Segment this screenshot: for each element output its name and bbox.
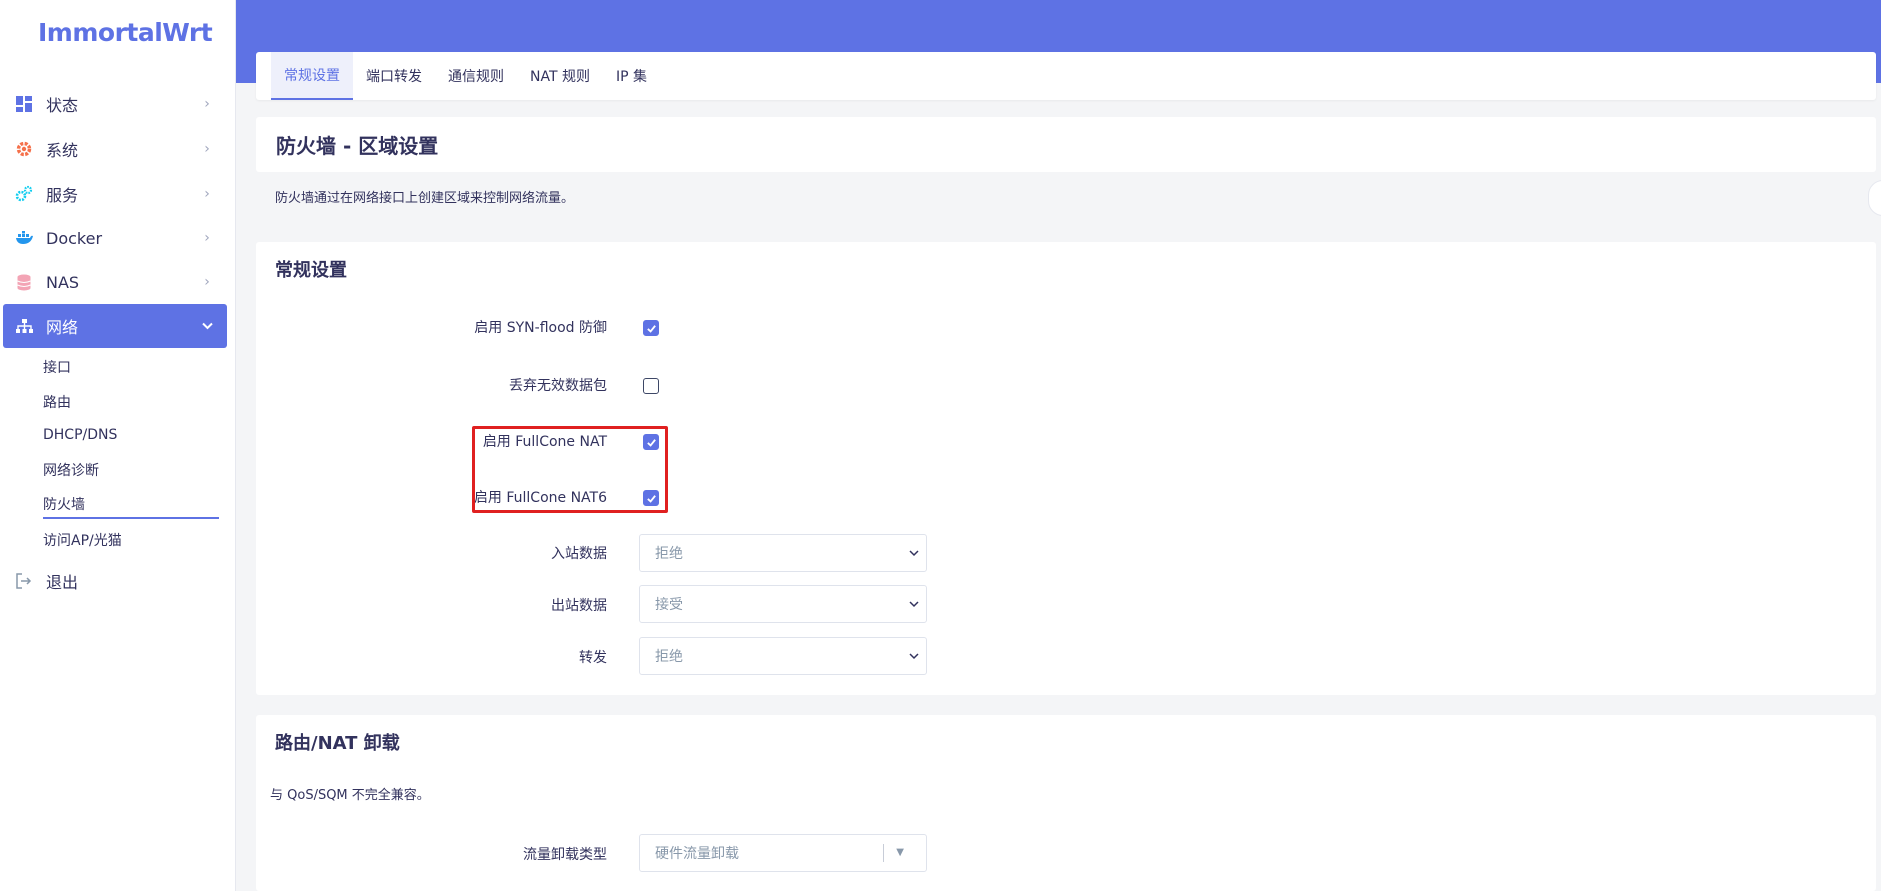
sidebar-item-nas[interactable]: NAS › — [3, 260, 227, 304]
tab-ip-sets[interactable]: IP 集 — [603, 52, 660, 100]
chevron-down-icon — [909, 601, 919, 608]
sidebar-item-label: 网络 — [46, 318, 79, 337]
floating-edge-button[interactable] — [1868, 180, 1881, 216]
triangle-down-icon: ▼ — [896, 847, 904, 858]
sidebar-item-docker[interactable]: Docker › — [3, 216, 227, 260]
sidebar-item-label: 系统 — [46, 141, 79, 160]
input-policy-label: 入站数据 — [551, 546, 607, 562]
chevron-right-icon: › — [204, 230, 210, 246]
checkmark-icon — [646, 324, 656, 333]
input-policy-select[interactable]: 拒绝 — [639, 534, 927, 572]
sidebar-item-status[interactable]: 状态 › — [3, 82, 227, 126]
sidebar-item-label: 退出 — [46, 573, 79, 592]
gear-icon — [15, 140, 33, 158]
chevron-right-icon: › — [204, 274, 210, 290]
select-value: 接受 — [655, 597, 683, 613]
drop-invalid-checkbox[interactable] — [643, 378, 659, 394]
syn-flood-checkbox[interactable] — [643, 320, 659, 336]
sidebar-item-logout[interactable]: 退出 — [3, 559, 227, 603]
select-divider — [883, 844, 884, 862]
page-title: 防火墙 - 区域设置 — [276, 134, 439, 158]
forward-policy-label: 转发 — [579, 650, 607, 666]
sidebar-item-network[interactable]: 网络 — [3, 304, 227, 348]
drop-invalid-label: 丢弃无效数据包 — [509, 378, 607, 394]
gears-icon — [15, 185, 33, 203]
chevron-down-icon — [909, 550, 919, 557]
offload-section: 路由/NAT 卸载 — [256, 715, 1876, 891]
section-title: 常规设置 — [275, 260, 347, 281]
syn-flood-label: 启用 SYN-flood 防御 — [474, 320, 607, 336]
sidebar-item-label: 状态 — [46, 96, 79, 115]
sidebar-item-label: 服务 — [46, 186, 79, 205]
output-policy-select[interactable]: 接受 — [639, 585, 927, 623]
sidebar-item-services[interactable]: 服务 › — [3, 172, 227, 216]
offload-description: 与 QoS/SQM 不完全兼容。 — [270, 788, 430, 803]
database-icon — [15, 273, 33, 291]
section-title: 路由/NAT 卸载 — [275, 733, 400, 754]
chevron-right-icon: › — [204, 141, 210, 157]
sidebar-item-label: Docker — [46, 228, 103, 248]
sidebar-subitem-interfaces[interactable]: 接口 — [43, 353, 219, 381]
sidebar-item-label: NAS — [46, 272, 80, 292]
tab-bar: 常规设置 端口转发 通信规则 NAT 规则 IP 集 — [256, 52, 1876, 100]
sidebar-subitem-access-ap[interactable]: 访问AP/光猫 — [43, 526, 219, 554]
sidebar-subitem-firewall[interactable]: 防火墙 — [43, 491, 219, 519]
chevron-right-icon: › — [204, 186, 210, 202]
page-title-card: 防火墙 - 区域设置 — [256, 117, 1876, 172]
sidebar: ImmortalWrt 状态 › 系统 › 服务 › Docker › NAS … — [0, 0, 236, 891]
select-value: 拒绝 — [655, 649, 683, 665]
sidebar-subitem-dhcp-dns[interactable]: DHCP/DNS — [43, 421, 219, 449]
select-value: 拒绝 — [655, 546, 683, 562]
sidebar-item-system[interactable]: 系统 › — [3, 127, 227, 171]
sidebar-subitem-routes[interactable]: 路由 — [43, 388, 219, 416]
output-policy-label: 出站数据 — [551, 598, 607, 614]
annotation-highlight-box — [472, 426, 668, 513]
chevron-right-icon: › — [204, 96, 210, 112]
page-description: 防火墙通过在网络接口上创建区域来控制网络流量。 — [275, 191, 575, 206]
docker-whale-icon — [15, 229, 33, 247]
chevron-down-icon — [201, 318, 213, 334]
tab-port-forwards[interactable]: 端口转发 — [353, 52, 435, 100]
logout-icon — [15, 572, 33, 590]
tab-general-settings[interactable]: 常规设置 — [271, 52, 353, 100]
tab-traffic-rules[interactable]: 通信规则 — [435, 52, 517, 100]
forward-policy-select[interactable]: 拒绝 — [639, 637, 927, 675]
offload-type-label: 流量卸载类型 — [523, 847, 607, 863]
select-value: 硬件流量卸载 — [655, 846, 739, 862]
dashboard-icon — [15, 95, 33, 113]
sitemap-icon — [15, 317, 33, 335]
brand-logo[interactable]: ImmortalWrt — [38, 18, 213, 47]
offload-type-select[interactable]: 硬件流量卸载 ▼ — [639, 834, 927, 872]
tab-nat-rules[interactable]: NAT 规则 — [517, 52, 603, 100]
chevron-down-icon — [909, 653, 919, 660]
sidebar-subitem-diagnostics[interactable]: 网络诊断 — [43, 456, 219, 484]
